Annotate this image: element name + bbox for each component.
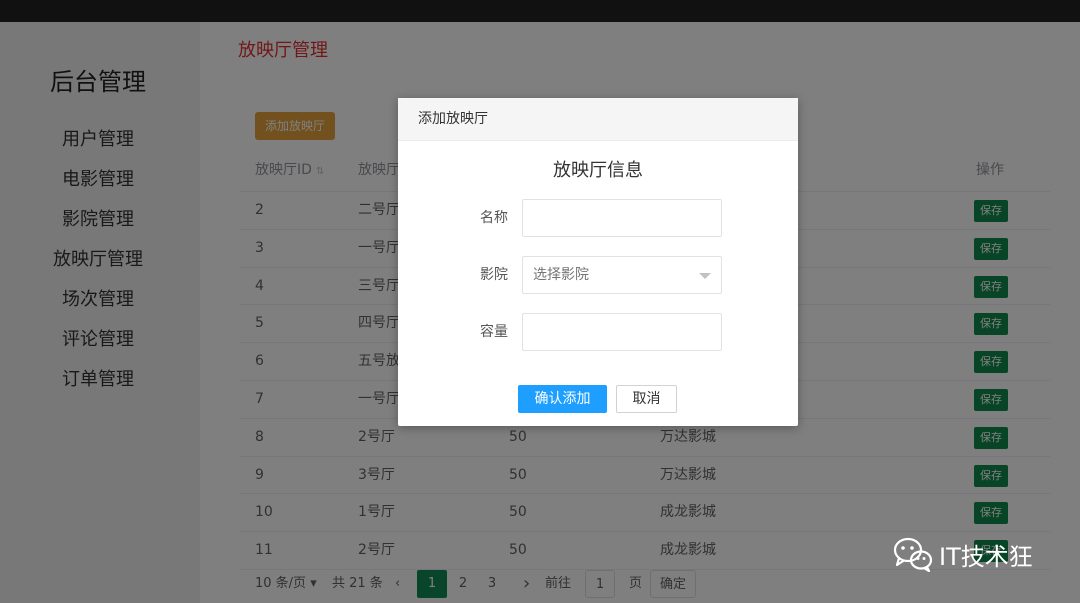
- watermark-text: IT技术狂: [939, 542, 1033, 571]
- watermark: IT技术狂: [893, 534, 1033, 574]
- capacity-label: 容量: [480, 324, 508, 340]
- dialog-subtitle: 放映厅信息: [553, 160, 643, 181]
- chevron-down-icon: [699, 273, 711, 279]
- cinema-label: 影院: [480, 267, 508, 283]
- add-hall-dialog: 添加放映厅 放映厅信息 名称 影院 选择影院 容量 确认添加 取消: [398, 98, 798, 426]
- cinema-select[interactable]: 选择影院: [522, 256, 722, 294]
- cinema-select-placeholder: 选择影院: [533, 267, 589, 283]
- dialog-title: 添加放映厅: [398, 98, 798, 141]
- form-row-capacity: 容量: [398, 313, 798, 351]
- name-input[interactable]: [522, 199, 722, 237]
- capacity-input[interactable]: [522, 313, 722, 351]
- wechat-icon: [893, 536, 933, 573]
- name-label: 名称: [480, 210, 508, 226]
- cancel-button[interactable]: 取消: [616, 385, 677, 413]
- form-row-cinema: 影院 选择影院: [398, 256, 798, 294]
- form-row-name: 名称: [398, 199, 798, 237]
- confirm-add-button[interactable]: 确认添加: [518, 385, 607, 413]
- top-bar: [0, 0, 1080, 22]
